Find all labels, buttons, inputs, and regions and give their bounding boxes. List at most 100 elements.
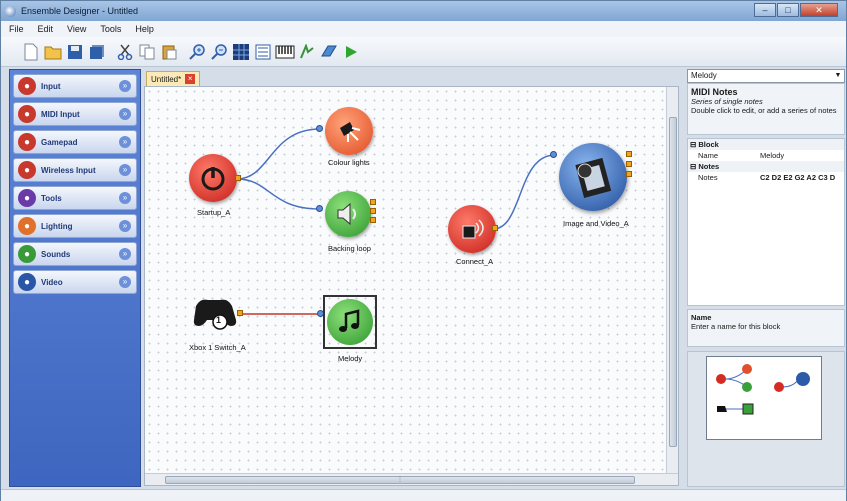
block-palette: ● Input » ● MIDI Input » ● Gamepad » ● Wireless In… — [9, 69, 141, 487]
melody-node[interactable] — [327, 299, 373, 345]
expand-chevron-icon[interactable]: » — [119, 220, 131, 232]
menu-tools[interactable]: Tools — [100, 24, 121, 34]
midi-icon[interactable] — [297, 42, 317, 62]
palette-item-label: Video — [41, 277, 63, 287]
block-selector-value: Melody — [691, 71, 717, 80]
document-tab-label: Untitled* — [151, 74, 182, 84]
app-icon — [5, 5, 16, 17]
dropdown-arrow-icon[interactable]: ▼ — [833, 71, 843, 81]
midi-input-icon: ● — [18, 105, 36, 123]
melody-label: Melody — [338, 354, 363, 363]
minimize-button[interactable]: – — [754, 3, 776, 17]
backing-loop-label: Backing loop — [328, 244, 371, 253]
open-icon[interactable] — [43, 42, 63, 62]
expand-chevron-icon[interactable]: » — [119, 276, 131, 288]
close-window-button[interactable]: ✕ — [800, 3, 838, 17]
wire-startup-backing-loop — [236, 178, 321, 210]
colour-lights-node[interactable] — [325, 107, 373, 155]
expand-chevron-icon[interactable]: » — [119, 192, 131, 204]
property-help-title: Name — [691, 313, 712, 322]
image-video-input-port[interactable] — [550, 151, 557, 158]
property-row[interactable]: Name Melody — [688, 150, 844, 161]
property-category-notes[interactable]: ⊟ Notes — [688, 161, 844, 172]
colour-lights-input-port[interactable] — [316, 125, 323, 132]
property-row[interactable]: Notes C2 D2 E2 G2 A2 C3 D — [688, 172, 844, 183]
property-value[interactable]: Melody — [760, 150, 844, 161]
backing-loop-port-1[interactable] — [370, 199, 376, 205]
connect-icon — [462, 219, 484, 239]
palette-item-wireless-input[interactable]: ● Wireless Input » — [13, 158, 137, 182]
list-icon[interactable] — [253, 42, 273, 62]
video-icon: ● — [18, 273, 36, 291]
save-icon[interactable] — [65, 42, 85, 62]
blocks-icon[interactable] — [319, 42, 339, 62]
palette-item-tools[interactable]: ● Tools » — [13, 186, 137, 210]
property-value[interactable]: C2 D2 E2 G2 A2 C3 D — [760, 172, 844, 183]
canvas-vertical-scrollbar[interactable] — [666, 87, 678, 473]
palette-item-label: MIDI Input — [41, 109, 80, 119]
palette-item-label: Tools — [41, 193, 62, 203]
block-info: MIDI Notes Series of single notes Double… — [687, 83, 845, 135]
property-key: Name — [698, 151, 719, 160]
xbox-output-port[interactable] — [237, 310, 243, 316]
keyboard-icon[interactable] — [275, 42, 295, 62]
colour-lights-label: Colour lights — [328, 158, 370, 167]
palette-item-sounds[interactable]: ● Sounds » — [13, 242, 137, 266]
menu-view[interactable]: View — [67, 24, 86, 34]
connect-output-port[interactable] — [492, 225, 498, 231]
expand-chevron-icon[interactable]: » — [119, 136, 131, 148]
toolbar — [1, 37, 846, 67]
maximize-button[interactable]: □ — [777, 3, 799, 17]
paste-icon[interactable] — [159, 42, 179, 62]
zoom-in-icon[interactable] — [187, 42, 207, 62]
palette-item-video[interactable]: ● Video » — [13, 270, 137, 294]
backing-loop-input-port[interactable] — [316, 205, 323, 212]
status-bar — [1, 489, 846, 501]
menu-edit[interactable]: Edit — [38, 24, 54, 34]
run-icon[interactable] — [341, 42, 361, 62]
save-all-icon[interactable] — [87, 42, 107, 62]
image-video-port-2[interactable] — [626, 161, 632, 167]
palette-item-label: Sounds — [41, 249, 71, 259]
image-video-port-3[interactable] — [626, 171, 632, 177]
overview-minimap — [716, 364, 810, 415]
cut-icon[interactable] — [115, 42, 135, 62]
startup-node[interactable] — [189, 154, 237, 202]
document-tab[interactable]: Untitled* × — [146, 71, 201, 86]
expand-chevron-icon[interactable]: » — [119, 80, 131, 92]
backing-loop-node[interactable] — [325, 191, 371, 237]
palette-item-input[interactable]: ● Input » — [13, 74, 137, 98]
backing-loop-port-2[interactable] — [370, 208, 376, 214]
vertical-scroll-thumb[interactable] — [669, 117, 677, 447]
image-video-port-1[interactable] — [626, 151, 632, 157]
startup-label: Startup_A — [197, 208, 231, 217]
backing-loop-port-3[interactable] — [370, 217, 376, 223]
zoom-out-icon[interactable] — [209, 42, 229, 62]
connect-node[interactable] — [448, 205, 496, 253]
expand-chevron-icon[interactable]: » — [119, 164, 131, 176]
palette-item-lighting[interactable]: ● Lighting » — [13, 214, 137, 238]
palette-item-label: Lighting — [41, 221, 73, 231]
menu-help[interactable]: Help — [135, 24, 154, 34]
expand-chevron-icon[interactable]: » — [119, 248, 131, 260]
image-video-label: Image and Video_A — [563, 219, 629, 228]
palette-item-label: Input — [41, 81, 61, 91]
menu-file[interactable]: File — [9, 24, 24, 34]
new-icon[interactable] — [21, 42, 41, 62]
xbox-node[interactable]: 1 — [189, 289, 239, 335]
design-canvas[interactable]: Startup_A Colour lights Backing loop Con… — [144, 86, 679, 486]
palette-item-gamepad[interactable]: ● Gamepad » — [13, 130, 137, 154]
image-video-node[interactable] — [559, 143, 627, 211]
close-tab-icon[interactable]: × — [185, 74, 196, 84]
expand-chevron-icon[interactable]: » — [119, 108, 131, 120]
property-category-block[interactable]: ⊟ Block — [688, 139, 844, 150]
block-selector[interactable]: Melody ▼ — [687, 69, 845, 83]
overview-viewport[interactable] — [706, 356, 822, 440]
copy-icon[interactable] — [137, 42, 157, 62]
startup-output-port[interactable] — [235, 175, 241, 181]
horizontal-scroll-thumb[interactable]: ⋮ — [165, 476, 635, 484]
grid-icon[interactable] — [231, 42, 251, 62]
property-grid: ⊟ Block Name Melody ⊟ Notes Notes C2 D2 … — [687, 138, 845, 306]
palette-item-midi-input[interactable]: ● MIDI Input » — [13, 102, 137, 126]
canvas-horizontal-scrollbar[interactable]: ⋮ — [145, 473, 678, 485]
